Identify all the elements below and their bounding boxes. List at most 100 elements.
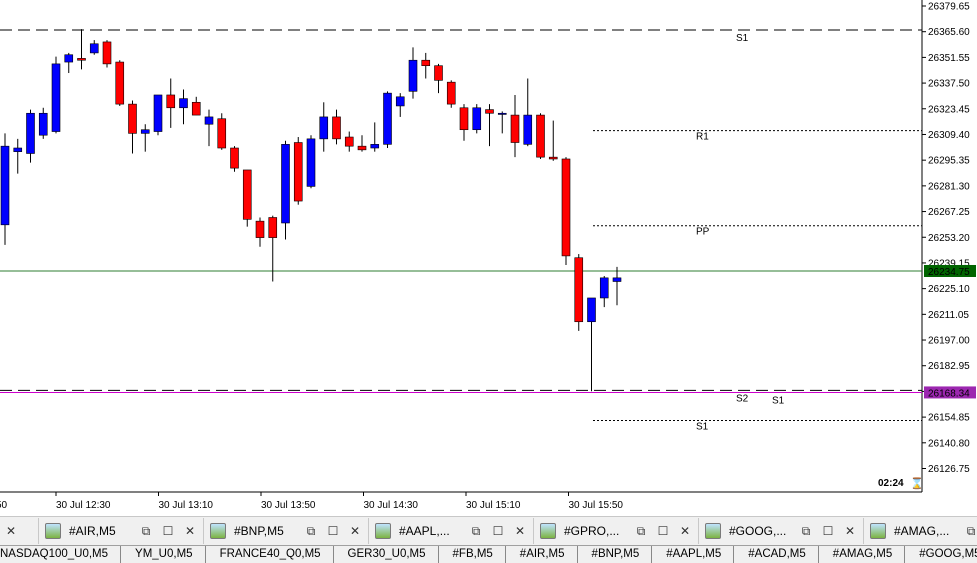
candle-body (574, 257, 584, 323)
hourglass-icon: ⌛ (910, 478, 924, 490)
level-label: S1 (696, 421, 709, 432)
close-icon[interactable]: ✕ (4, 524, 18, 538)
candle-body (472, 107, 482, 131)
window-tab[interactable]: #AIR,M5 ⧉ ☐ ✕ (39, 518, 204, 544)
candle-body (306, 138, 316, 187)
restore-icon[interactable]: ⧉ (139, 524, 153, 539)
candle-body (370, 144, 380, 149)
price-tick-label: 26309.40 (928, 130, 970, 141)
chart-area[interactable]: S1 R1 PP S2 S1 S1 26379.65 26365.60 26351.55 2633… (0, 0, 977, 515)
candle-body (599, 277, 609, 299)
maximize-icon[interactable]: ☐ (656, 524, 670, 538)
chart-window-icon (45, 523, 61, 539)
candle-body (395, 96, 405, 107)
restore-icon[interactable]: ⧉ (964, 524, 977, 539)
window-tab-label: #GPRO,... (564, 524, 620, 538)
candle-body (485, 109, 494, 114)
window-tab[interactable]: #GPRO,... ⧉ ☐ ✕ (534, 518, 699, 544)
window-tab[interactable]: ✕ (0, 518, 39, 544)
candle-body (140, 129, 150, 134)
candle-body (230, 147, 239, 169)
window-tab-label: #AMAG,... (894, 524, 950, 538)
candle-body (26, 112, 35, 154)
candle-body (612, 277, 622, 282)
price-tick-label: 26337.50 (928, 79, 970, 90)
chart-window-icon (705, 523, 721, 539)
level-label: S1 (772, 395, 785, 406)
candle-body (459, 107, 469, 131)
price-tick-label: 26281.30 (928, 181, 970, 192)
symbol-tab[interactable]: #AIR,M5 (506, 546, 578, 563)
time-tick-label: 30 Jul 15:50 (569, 500, 624, 511)
close-icon[interactable]: ✕ (183, 524, 197, 538)
symbol-tab[interactable]: #ACAD,M5 (734, 546, 819, 563)
level-label: R1 (696, 132, 709, 143)
maximize-icon[interactable]: ☐ (491, 524, 505, 538)
candle-body (383, 92, 392, 145)
candle-body (523, 114, 533, 145)
time-tick-label: 30 Jul 13:10 (159, 500, 214, 511)
price-tick-label: 26365.60 (928, 27, 970, 38)
window-tab[interactable]: #BNP,M5 ⧉ ☐ ✕ (204, 518, 369, 544)
candle-body (13, 147, 23, 152)
price-tick-label: 26253.20 (928, 233, 970, 244)
price-tick-label: 26211.05 (928, 310, 969, 321)
candle-body (319, 116, 329, 140)
maximize-icon[interactable]: ☐ (326, 524, 340, 538)
price-tick-label: 26323.45 (928, 104, 970, 115)
candle-body (357, 145, 367, 151)
symbol-tab[interactable]: GER30_U0,M5 (334, 546, 439, 563)
candle-body (344, 136, 354, 147)
close-icon[interactable]: ✕ (348, 524, 362, 538)
price-tick-label: 26351.55 (928, 53, 970, 64)
window-tab-label: #AIR,M5 (69, 524, 116, 538)
time-tick-label: 30 Jul 12:30 (56, 500, 111, 511)
candle-body (332, 116, 341, 140)
candle-body (446, 81, 456, 105)
symbol-tab[interactable]: FRANCE40_Q0,M5 (206, 546, 334, 563)
price-chart[interactable]: S1 R1 PP S2 S1 S1 26379.65 26365.60 26351.55 2633… (0, 0, 977, 515)
candle-body (434, 65, 443, 81)
restore-icon[interactable]: ⧉ (799, 524, 813, 539)
price-tick-label: 26267.25 (928, 207, 970, 218)
window-tab[interactable]: #AMAG,...⧉☐✕ (864, 518, 977, 544)
window-tab[interactable]: #GOOG,... ⧉ ☐ ✕ (699, 518, 864, 544)
symbol-tab[interactable]: #BNP,M5 (578, 546, 653, 563)
price-tick-label: 26126.75 (928, 464, 970, 475)
symbol-tab[interactable]: NASDAQ100_U0,M5 (0, 546, 122, 563)
window-tab[interactable]: #AAPL,... ⧉ ☐ ✕ (369, 518, 534, 544)
chart-window-icon (540, 523, 556, 539)
candle-body (587, 297, 596, 323)
symbol-tab[interactable]: #AAPL,M5 (652, 546, 735, 563)
candle-body (179, 98, 188, 109)
restore-icon[interactable]: ⧉ (304, 524, 318, 539)
window-tab-label: #BNP,M5 (234, 524, 284, 538)
price-tick-label: 26379.65 (928, 2, 970, 13)
level-label: S1 (736, 33, 749, 44)
price-tick-label: 26140.80 (928, 438, 970, 449)
price-tick-label: 26182.95 (928, 361, 970, 372)
restore-icon[interactable]: ⧉ (634, 524, 648, 539)
level-label: S2 (736, 393, 749, 404)
symbol-tab[interactable]: #FB,M5 (439, 546, 506, 563)
price-tick-label: 26154.85 (928, 413, 970, 424)
chart-window-icon (210, 523, 226, 539)
price-tick-label: 26295.35 (928, 156, 970, 167)
symbol-tab[interactable]: #AMAG,M5 (819, 546, 906, 563)
candle-body (89, 43, 99, 54)
time-tick-label: 30 Jul 13:50 (261, 500, 316, 511)
symbol-tab[interactable]: YM_U0,M5 (121, 546, 206, 563)
restore-icon[interactable]: ⧉ (469, 524, 483, 539)
close-icon[interactable]: ✕ (843, 524, 857, 538)
symbol-tab[interactable]: #GOOG,M5 (905, 546, 977, 563)
maximize-icon[interactable]: ☐ (821, 524, 835, 538)
candle-body (561, 158, 571, 257)
close-icon[interactable]: ✕ (513, 524, 527, 538)
maximize-icon[interactable]: ☐ (161, 524, 175, 538)
price-tick-label: 26197.00 (928, 336, 970, 347)
time-tick-label: 30 Jul 14:30 (364, 500, 419, 511)
level-label: PP (696, 227, 710, 238)
close-icon[interactable]: ✕ (678, 524, 692, 538)
candle-body (77, 58, 86, 61)
candle-body (497, 112, 507, 115)
